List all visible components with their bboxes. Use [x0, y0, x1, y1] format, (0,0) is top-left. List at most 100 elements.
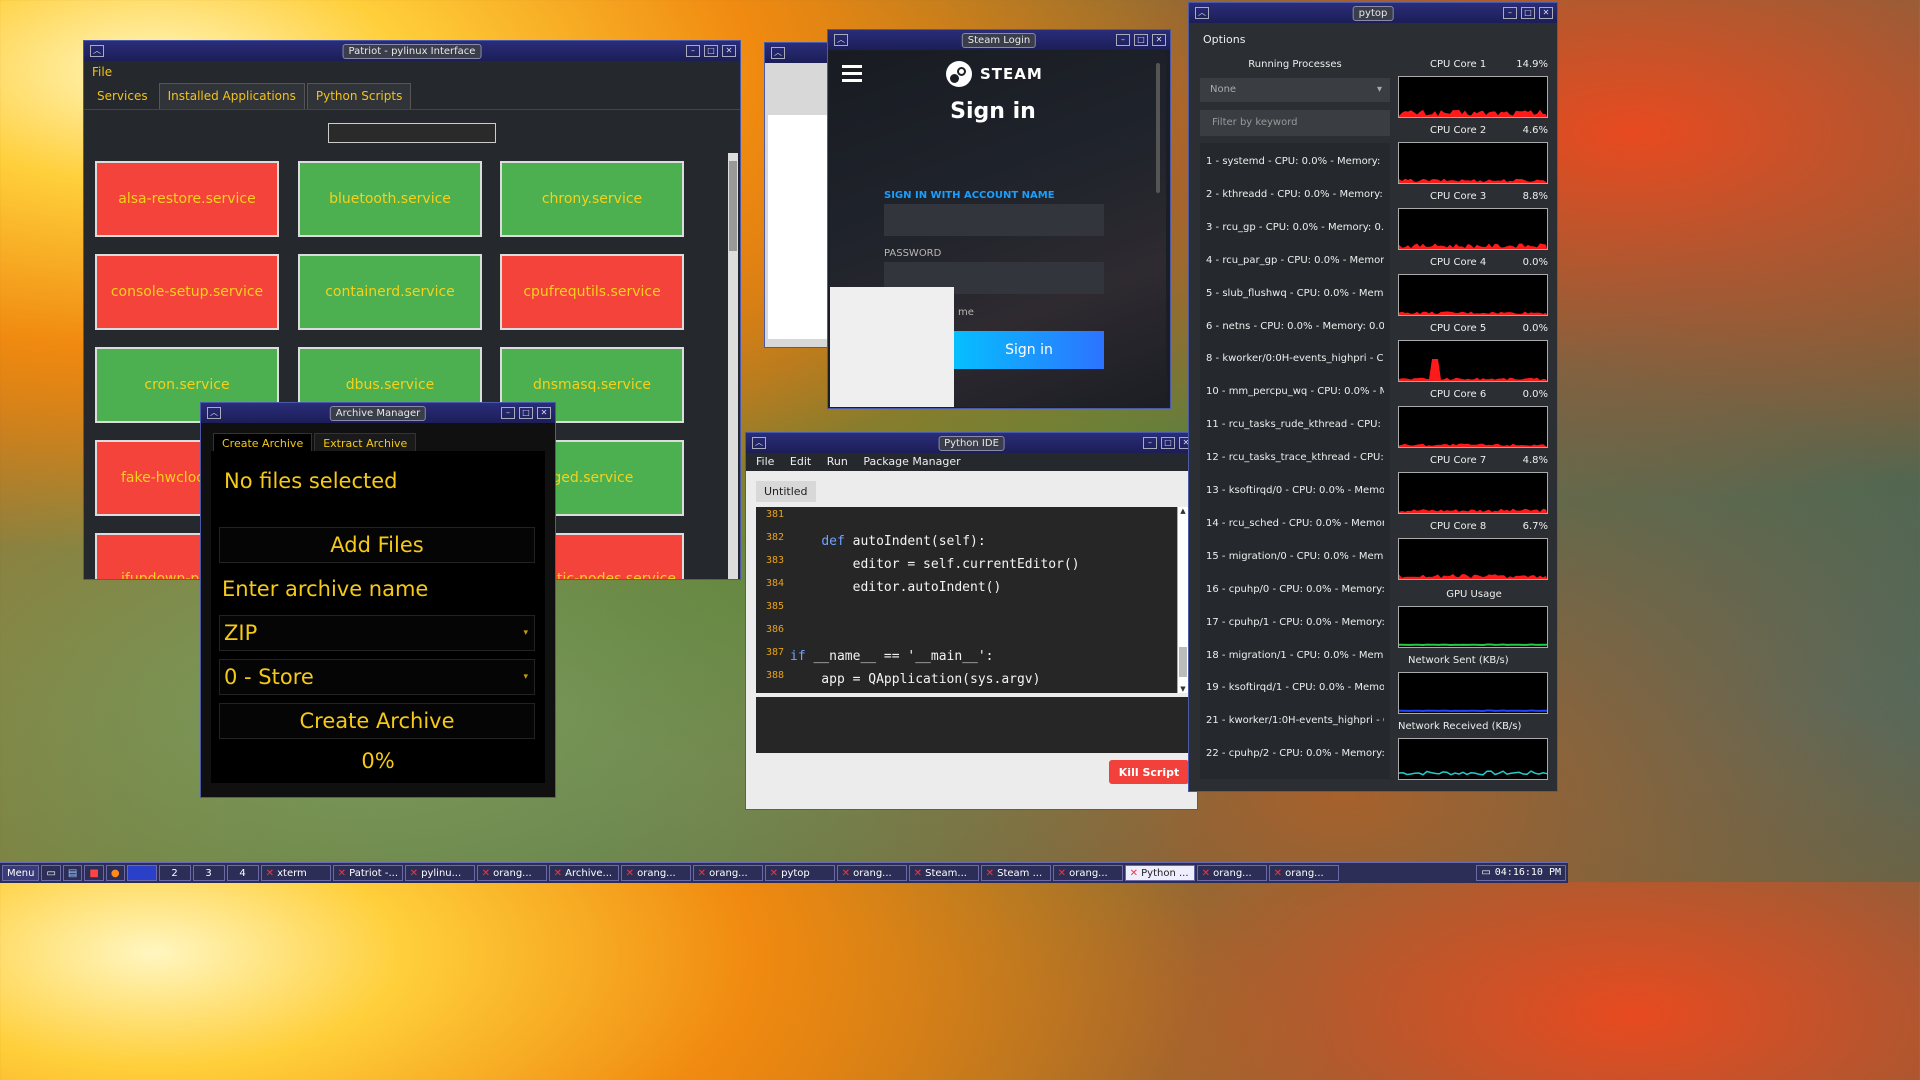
archive-titlebar[interactable]: ︿ Archive Manager – □ ✕ — [201, 403, 555, 423]
service-search-input[interactable] — [328, 123, 496, 143]
taskbar-task[interactable]: ✕ orang... — [620, 865, 691, 881]
tray-icon[interactable]: ▭ — [1481, 866, 1490, 880]
tab-create-archive[interactable]: Create Archive — [213, 433, 313, 453]
steam-titlebar[interactable]: ︿ Steam Login – □ ✕ — [828, 30, 1170, 50]
process-row[interactable]: 19 - ksoftirqd/1 - CPU: 0.0% - Memory — [1206, 682, 1384, 693]
service-tile[interactable]: alsa-restore.service — [95, 161, 279, 237]
window-menu-icon[interactable]: ︿ — [752, 437, 766, 449]
close-icon[interactable]: ✕ — [1152, 34, 1166, 46]
process-row[interactable]: 21 - kworker/1:0H-events_highpri - CP — [1206, 715, 1384, 726]
tab-extract-archive[interactable]: Extract Archive — [314, 433, 417, 453]
service-tile[interactable]: containerd.service — [298, 254, 482, 330]
taskbar-task[interactable]: ✕ pytop — [764, 865, 835, 881]
sort-select[interactable]: None ▾ — [1200, 78, 1390, 102]
taskbar-task[interactable]: ✕ orang... — [476, 865, 547, 881]
firefox-icon[interactable]: ● — [105, 865, 125, 881]
scroll-down-icon[interactable]: ▼ — [1178, 685, 1188, 693]
maximize-icon[interactable]: □ — [1521, 7, 1535, 19]
compression-level-select[interactable]: 0 - Store ▾ — [219, 659, 535, 695]
minimize-icon[interactable]: – — [1143, 437, 1157, 449]
minimize-icon[interactable]: – — [686, 45, 700, 57]
taskbar-task[interactable]: ✕ Archive... — [548, 865, 619, 881]
menu-run[interactable]: Run — [827, 455, 848, 468]
taskbar-task[interactable]: ✕ orang... — [1196, 865, 1267, 881]
menu-package-manager[interactable]: Package Manager — [863, 455, 960, 468]
window-menu-icon[interactable]: ︿ — [771, 47, 785, 59]
process-row[interactable]: 4 - rcu_par_gp - CPU: 0.0% - Memory: 0 — [1206, 255, 1384, 266]
process-row[interactable]: 8 - kworker/0:0H-events_highpri - CPU — [1206, 353, 1384, 364]
hamburger-menu-icon[interactable] — [842, 65, 862, 82]
add-files-button[interactable]: Add Files — [219, 527, 535, 563]
service-tile[interactable]: console-setup.service — [95, 254, 279, 330]
process-row[interactable]: 3 - rcu_gp - CPU: 0.0% - Memory: 0.00 — [1206, 222, 1384, 233]
process-row[interactable]: 1 - systemd - CPU: 0.0% - Memory: 11 — [1206, 156, 1384, 167]
service-tile[interactable]: cpufrequtils.service — [500, 254, 684, 330]
editor-scrollbar[interactable]: ▲ ▼ — [1177, 507, 1188, 693]
scrollbar-thumb[interactable] — [729, 161, 737, 251]
output-console[interactable] — [756, 697, 1188, 753]
menu-edit[interactable]: Edit — [790, 455, 811, 468]
taskbar-task[interactable]: ✕ orang... — [692, 865, 763, 881]
service-tile[interactable]: chrony.service — [500, 161, 684, 237]
workspace-button[interactable]: 4 — [226, 865, 259, 881]
filter-input[interactable]: Filter by keyword — [1200, 110, 1390, 136]
process-row[interactable]: 17 - cpuhp/1 - CPU: 0.0% - Memory: 0. — [1206, 617, 1384, 628]
tab-python-scripts[interactable]: Python Scripts — [306, 83, 412, 109]
maximize-icon[interactable]: □ — [519, 407, 533, 419]
account-name-input[interactable] — [884, 204, 1104, 236]
taskbar-task[interactable]: ✕ orang... — [1268, 865, 1339, 881]
taskbar-task[interactable]: ✕ Steam... — [908, 865, 979, 881]
steam-scrollbar[interactable] — [1156, 63, 1160, 193]
process-row[interactable]: 5 - slub_flushwq - CPU: 0.0% - Memory — [1206, 288, 1384, 299]
menu-file[interactable]: File — [756, 455, 774, 468]
show-desktop-icon[interactable]: ▭ — [41, 865, 61, 881]
code-editor[interactable]: 381 382 def autoIndent(self): 383 editor… — [756, 507, 1188, 693]
taskbar-task[interactable]: ✕ xterm — [260, 865, 331, 881]
process-row[interactable]: 16 - cpuhp/0 - CPU: 0.0% - Memory: 0. — [1206, 584, 1384, 595]
taskbar-task[interactable]: ✕ Python ... — [1124, 865, 1195, 881]
process-row[interactable]: 22 - cpuhp/2 - CPU: 0.0% - Memory: 0. — [1206, 748, 1384, 759]
workspace-button[interactable]: 2 — [158, 865, 191, 881]
tab-installed-applications[interactable]: Installed Applications — [158, 83, 305, 109]
process-row[interactable]: 2 - kthreadd - CPU: 0.0% - Memory: 0.0 — [1206, 189, 1384, 200]
window-menu-icon[interactable]: ︿ — [834, 34, 848, 46]
patriot-titlebar[interactable]: ︿ Patriot - pylinux Interface – □ ✕ — [84, 41, 740, 61]
tab-services[interactable]: Services — [88, 83, 157, 109]
minimize-icon[interactable]: – — [501, 407, 515, 419]
ide-titlebar[interactable]: ︿ Python IDE – □ ✕ — [746, 433, 1197, 453]
process-row[interactable]: 14 - rcu_sched - CPU: 0.0% - Memory: — [1206, 518, 1384, 529]
kill-script-button[interactable]: Kill Script — [1109, 760, 1189, 784]
menu-button[interactable]: Menu — [2, 865, 40, 881]
taskbar-task[interactable]: ✕ orang... — [836, 865, 907, 881]
process-row[interactable]: 11 - rcu_tasks_rude_kthread - CPU: 0.0 — [1206, 419, 1384, 430]
sign-in-button[interactable]: Sign in — [954, 331, 1104, 369]
process-row[interactable]: 13 - ksoftirqd/0 - CPU: 0.0% - Memory — [1206, 485, 1384, 496]
maximize-icon[interactable]: □ — [1134, 34, 1148, 46]
archive-name-input[interactable]: Enter archive name — [219, 571, 535, 607]
close-icon[interactable]: ✕ — [722, 45, 736, 57]
pytop-titlebar[interactable]: ︿ pytop – □ ✕ — [1189, 3, 1557, 23]
taskbar-task[interactable]: ✕ Steam ... — [980, 865, 1051, 881]
editor-tab-untitled[interactable]: Untitled — [756, 481, 816, 502]
taskbar-task[interactable]: ✕ pylinu... — [404, 865, 475, 881]
workspace-button[interactable]: 3 — [192, 865, 225, 881]
process-row[interactable]: 6 - netns - CPU: 0.0% - Memory: 0.00 M — [1206, 321, 1384, 332]
close-icon[interactable]: ✕ — [1539, 7, 1553, 19]
process-row[interactable]: 18 - migration/1 - CPU: 0.0% - Memory — [1206, 650, 1384, 661]
file-manager-icon[interactable]: ▤ — [62, 865, 83, 881]
options-menu[interactable]: Options — [1203, 33, 1245, 46]
window-menu-icon[interactable]: ︿ — [90, 45, 104, 57]
vertical-scrollbar[interactable] — [728, 153, 738, 579]
scrollbar-thumb[interactable] — [1179, 647, 1187, 677]
close-icon[interactable]: ✕ — [537, 407, 551, 419]
scroll-up-icon[interactable]: ▲ — [1178, 507, 1188, 515]
format-select[interactable]: ZIP ▾ — [219, 615, 535, 651]
maximize-icon[interactable]: □ — [1161, 437, 1175, 449]
minimize-icon[interactable]: – — [1116, 34, 1130, 46]
blank-window-titlebar[interactable]: ︿ — [765, 43, 835, 63]
window-menu-icon[interactable]: ︿ — [1195, 7, 1209, 19]
process-row[interactable]: 10 - mm_percpu_wq - CPU: 0.0% - Mem — [1206, 386, 1384, 397]
window-menu-icon[interactable]: ︿ — [207, 407, 221, 419]
service-tile[interactable]: bluetooth.service — [298, 161, 482, 237]
maximize-icon[interactable]: □ — [704, 45, 718, 57]
